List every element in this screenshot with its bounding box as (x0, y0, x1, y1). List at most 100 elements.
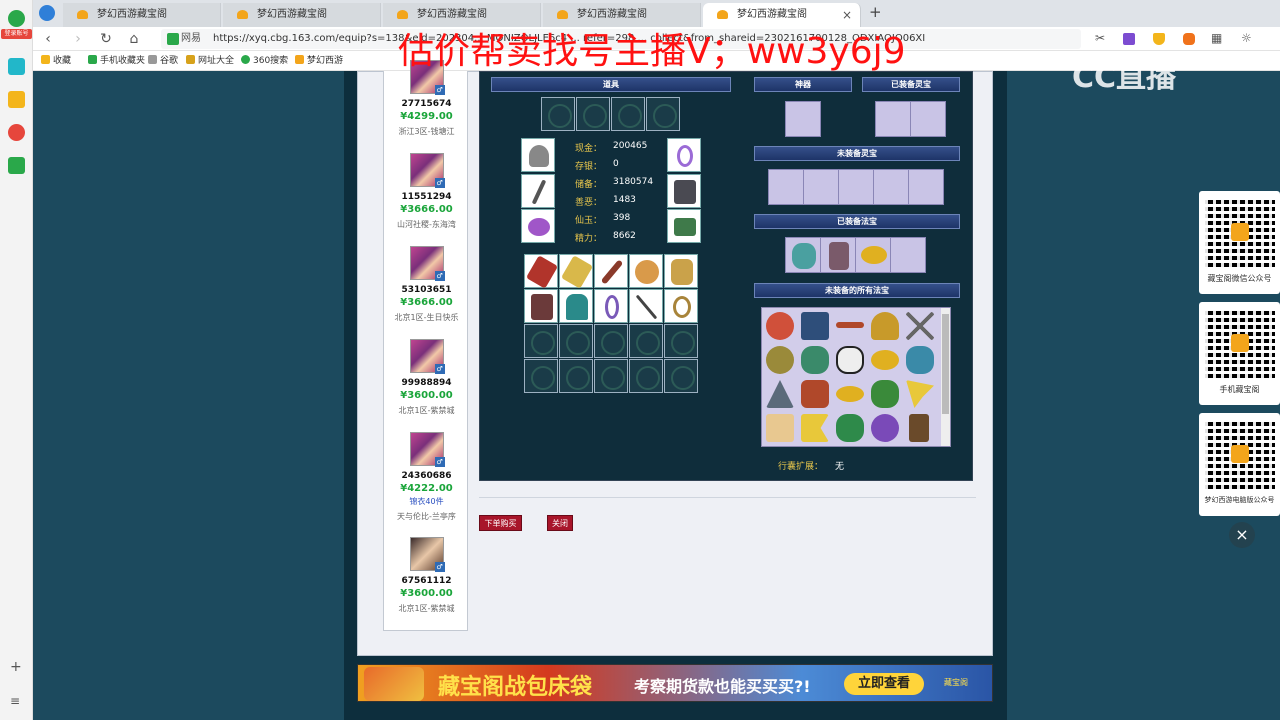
bag-item[interactable] (594, 289, 628, 323)
bag-slot-empty[interactable] (524, 324, 558, 358)
bag-item[interactable] (629, 289, 663, 323)
item-slot-empty[interactable] (611, 97, 645, 131)
bag-slot-empty[interactable] (559, 359, 593, 393)
green-cauldron-fabao-icon[interactable] (836, 414, 864, 442)
gourd-fabao-icon[interactable] (766, 346, 794, 374)
listing-item[interactable]: ♂ 53103651 ¥3666.00 北京1区-生日快乐 (384, 246, 469, 323)
opera-mask-fabao-icon[interactable] (836, 346, 864, 374)
scrollbar-thumb[interactable] (942, 314, 949, 414)
tab-5-active[interactable]: 梦幻西游藏宝阁 × (703, 3, 861, 27)
listing-item[interactable]: ♂ 67561112 ¥3600.00 北京1区-紫禁城 (384, 537, 469, 614)
item-slot-empty[interactable] (646, 97, 680, 131)
tab-1[interactable]: 梦幻西游藏宝阁 (63, 3, 221, 27)
plus-icon[interactable]: + (10, 659, 22, 675)
brightness-icon[interactable]: ☼ (1241, 31, 1252, 45)
helmet-slot[interactable] (521, 138, 555, 172)
shield-icon[interactable] (1153, 33, 1165, 45)
apps-grid-icon[interactable]: ▦ (1211, 31, 1222, 45)
bag-slot-empty[interactable] (664, 324, 698, 358)
crossed-swords-fabao-icon[interactable] (906, 312, 934, 340)
bookmark-item[interactable]: 网址大全 (186, 51, 234, 71)
unequipped-lingbao-slot[interactable] (838, 169, 874, 205)
add-icon[interactable] (8, 58, 25, 75)
bookmark-item[interactable]: 谷歌 (148, 51, 178, 71)
belt-slot[interactable] (521, 209, 555, 243)
equipped-fabao-slot[interactable] (890, 237, 926, 273)
bell-fabao-icon[interactable] (871, 312, 899, 340)
equipped-lingbao-slot[interactable] (875, 101, 911, 137)
scissors-icon[interactable]: ✂ (1095, 31, 1105, 45)
bag-slot-empty[interactable] (524, 359, 558, 393)
back-icon[interactable]: ‹ (39, 30, 57, 48)
bag-slot-empty[interactable] (629, 324, 663, 358)
boots-slot[interactable] (667, 209, 701, 243)
artifact-slot[interactable] (785, 101, 821, 137)
tab-3[interactable]: 梦幻西游藏宝阁 (383, 3, 541, 27)
tab-4[interactable]: 梦幻西游藏宝阁 (543, 3, 701, 27)
bag-item[interactable] (524, 289, 558, 323)
flute-fabao-icon[interactable] (836, 322, 864, 328)
armor-slot[interactable] (667, 174, 701, 208)
bag-item[interactable] (559, 254, 594, 289)
new-tab-button[interactable]: + (869, 3, 882, 21)
bag-item[interactable] (664, 254, 698, 288)
qr-card-wechat[interactable]: 藏宝阁微信公众号 (1199, 191, 1280, 294)
star-icon[interactable] (8, 91, 25, 108)
drum-fabao-icon[interactable] (801, 380, 829, 408)
bag-slot-empty[interactable] (629, 359, 663, 393)
bookmark-item[interactable]: 梦幻西游 (295, 51, 343, 71)
bag-item[interactable] (524, 254, 559, 289)
bag-item[interactable] (559, 289, 593, 323)
home-icon[interactable]: ⌂ (125, 30, 143, 48)
bag-item[interactable] (629, 254, 663, 288)
bag-slot-empty[interactable] (559, 324, 593, 358)
unequipped-lingbao-slot[interactable] (803, 169, 839, 205)
purple-orb-fabao-icon[interactable] (871, 414, 899, 442)
bag-slot-empty[interactable] (594, 324, 628, 358)
item-slot-empty[interactable] (541, 97, 575, 131)
unequipped-lingbao-slot[interactable] (908, 169, 944, 205)
bookmark-item[interactable]: 收藏 (41, 51, 71, 71)
promo-banner[interactable]: 藏宝阁战包床袋 考察期货款也能买买买?! 立即查看 藏宝阁 (357, 664, 993, 702)
bag-item[interactable] (664, 289, 698, 323)
demon-mask-fabao-icon[interactable] (871, 380, 899, 408)
listing-item[interactable]: ♂ 11551294 ¥3666.00 山河社稷-东海湾 (384, 153, 469, 230)
unequipped-lingbao-slot[interactable] (768, 169, 804, 205)
scroll-fabao-icon[interactable] (766, 414, 794, 442)
equipped-fabao-slot[interactable] (785, 237, 821, 273)
golden-rope-fabao-icon[interactable] (871, 350, 899, 370)
bookmark-item[interactable]: 手机收藏夹 (88, 51, 145, 71)
bag-slot-empty[interactable] (594, 359, 628, 393)
bookmark-item[interactable]: 360搜索 (241, 51, 288, 71)
bag-slot-empty[interactable] (664, 359, 698, 393)
flower-fabao-icon[interactable] (766, 312, 794, 340)
login-badge[interactable]: 登录账号 (1, 29, 32, 39)
browser-nav-icon[interactable] (39, 5, 55, 21)
close-tab-icon[interactable]: × (842, 3, 852, 27)
equipped-lingbao-slot[interactable] (910, 101, 946, 137)
buy-button[interactable]: 下单购买 (479, 515, 522, 531)
close-qr-icon[interactable]: × (1229, 522, 1255, 548)
forward-icon[interactable]: › (69, 30, 87, 48)
wooden-totem-fabao-icon[interactable] (909, 414, 929, 442)
bag-item[interactable] (594, 254, 628, 288)
game-icon[interactable] (1183, 33, 1195, 45)
unequipped-lingbao-slot[interactable] (873, 169, 909, 205)
listing-item[interactable]: ♂ 24360686 ¥4222.00 锦衣40件 天与伦比-兰亭序 (384, 432, 469, 522)
book-fabao-icon[interactable] (801, 312, 829, 340)
qr-card-mobile[interactable]: 手机藏宝阁 (1199, 302, 1280, 405)
weibo-icon[interactable] (8, 124, 25, 141)
weapon-slot[interactable] (521, 174, 555, 208)
menu-icon[interactable]: ≡ (10, 694, 20, 708)
necklace-slot[interactable] (667, 138, 701, 172)
extension-icon[interactable] (1123, 33, 1135, 45)
browser-logo-icon[interactable] (8, 10, 25, 27)
tab-2[interactable]: 梦幻西游藏宝阁 (223, 3, 381, 27)
reload-icon[interactable]: ↻ (97, 30, 115, 48)
mail-icon[interactable] (8, 157, 25, 174)
golden-whip-fabao-icon[interactable] (836, 386, 864, 402)
equipped-fabao-slot[interactable] (855, 237, 891, 273)
jade-dragon-fabao-icon[interactable] (801, 346, 829, 374)
banner-cta-button[interactable]: 立即查看 (844, 673, 924, 695)
equipped-fabao-slot[interactable] (820, 237, 856, 273)
